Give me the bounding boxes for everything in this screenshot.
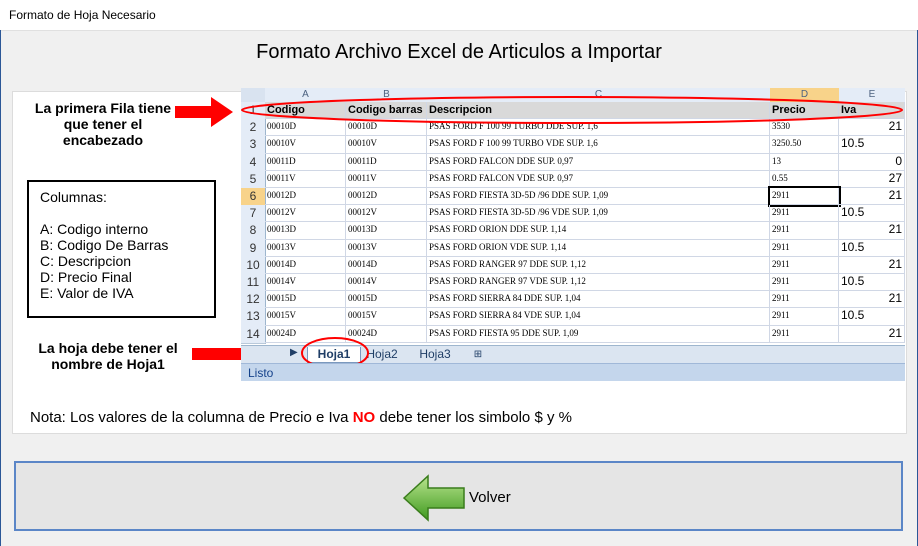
table-cell: 21 <box>839 222 905 240</box>
table-cell: 00011V <box>265 170 346 188</box>
table-cell: PSAS FORD SIERRA 84 VDE SUP. 1,04 <box>427 308 770 326</box>
table-cell: 2911 <box>770 308 839 326</box>
table-cell: 2911 <box>770 325 839 343</box>
table-cell: 00013D <box>265 222 346 240</box>
table-cell: 10.5 <box>839 205 905 223</box>
table-cell: PSAS FORD RANGER 97 DDE SUP. 1,12 <box>427 256 770 274</box>
table-cell: 10.5 <box>839 239 905 257</box>
table-cell: 10.5 <box>839 136 905 154</box>
column-item: D: Precio Final <box>40 269 132 285</box>
sheet-name-note: La hoja debe tener el nombre de Hoja1 <box>38 340 178 372</box>
table-cell: PSAS FORD FIESTA 3D-5D /96 VDE SUP. 1,09 <box>427 205 770 223</box>
table-cell: 00012D <box>346 188 427 206</box>
table-cell: 00011D <box>346 153 427 171</box>
new-sheet-icon: ⊞ <box>473 349 483 360</box>
table-cell: 13 <box>770 153 839 171</box>
table-cell: 2911 <box>768 185 841 208</box>
table-cell: PSAS FORD ORION DDE SUP. 1,14 <box>427 222 770 240</box>
table-cell: 00011D <box>265 153 346 171</box>
table-cell: 2911 <box>770 256 839 274</box>
title-bar: Formato de Hoja Necesario <box>0 0 918 31</box>
table-cell: 00013V <box>346 239 427 257</box>
table-cell: PSAS FORD SIERRA 84 DDE SUP. 1,04 <box>427 291 770 309</box>
table-cell: 27 <box>839 170 905 188</box>
column-item: B: Codigo De Barras <box>40 237 169 253</box>
row-number: 11 <box>241 274 266 293</box>
window-border-left <box>0 30 1 546</box>
table-cell: PSAS FORD RANGER 97 VDE SUP. 1,12 <box>427 274 770 292</box>
table-cell: 00013V <box>265 239 346 257</box>
table-cell: 2911 <box>770 291 839 309</box>
table-cell: 0.55 <box>770 170 839 188</box>
table-cell: 00014D <box>265 256 346 274</box>
column-item: A: Codigo interno <box>40 221 149 237</box>
table-cell: 00010V <box>346 136 427 154</box>
page-title: Formato Archivo Excel de Articulos a Imp… <box>256 41 662 63</box>
table-cell: 00014V <box>265 274 346 292</box>
table-cell: 00015V <box>265 308 346 326</box>
bottom-note-text: Nota: Los valores de la columna de Preci… <box>30 409 353 426</box>
sheet-tab-bar: ▶ Hoja1 Hoja2 Hoja3 ⊞ <box>241 337 905 369</box>
row-number: 14 <box>241 325 266 344</box>
table-cell: 00015D <box>346 291 427 309</box>
row-number: 10 <box>241 256 266 275</box>
table-cell: PSAS FORD ORION VDE SUP. 1,14 <box>427 239 770 257</box>
bottom-note-emphasis: NO <box>352 409 376 426</box>
row-number: 3 <box>241 136 266 155</box>
table-cell: 00012V <box>346 205 427 223</box>
table-cell: 2911 <box>770 239 839 257</box>
volver-label: Volver <box>469 489 511 506</box>
row-number: 12 <box>241 291 266 310</box>
row-number: 7 <box>241 205 266 224</box>
table-cell: PSAS FORD F 100 99 TURBO VDE SUP. 1,6 <box>427 136 770 154</box>
column-item: E: Valor de IVA <box>40 285 134 301</box>
sheet-status-bar: Listo <box>241 363 905 381</box>
bottom-note: Nota: Los valores de la columna de Preci… <box>30 409 572 426</box>
row-number: 5 <box>241 170 266 189</box>
spreadsheet-image: A B C D E 1 Codigo Codigo barras Descripcio… <box>241 88 905 381</box>
table-cell: 00015V <box>346 308 427 326</box>
row-number: 4 <box>241 153 266 172</box>
sheet-status-text: Listo <box>248 366 274 380</box>
columns-legend-title: Columnas: <box>40 189 107 205</box>
table-cell: 10.5 <box>839 274 905 292</box>
table-cell: 21 <box>839 188 905 206</box>
window-title: Formato de Hoja Necesario <box>9 8 156 22</box>
table-cell: 3250.50 <box>770 136 839 154</box>
first-row-arrow-icon <box>175 97 233 127</box>
row-number: 6 <box>241 188 266 207</box>
first-row-note: La primera Fila tiene que tener el encab… <box>34 100 172 148</box>
columns-legend: Columnas: A: Codigo interno B: Codigo De… <box>27 180 216 318</box>
row-number: 8 <box>241 222 266 241</box>
table-cell: 2911 <box>770 205 839 223</box>
tab-scroll-arrow-icon: ▶ <box>290 347 298 358</box>
table-cell: 00010V <box>265 136 346 154</box>
table-cell: 10.5 <box>839 308 905 326</box>
table-cell: PSAS FORD FIESTA 95 DDE SUP. 1,09 <box>427 325 770 343</box>
row-number: 9 <box>241 239 266 258</box>
row-number: 13 <box>241 308 266 327</box>
back-arrow-icon <box>402 474 465 522</box>
table-cell: PSAS FORD FIESTA 3D-5D /96 DDE SUP. 1,09 <box>427 188 770 206</box>
table-cell: 00013D <box>346 222 427 240</box>
table-cell: 00014D <box>346 256 427 274</box>
table-cell: 00012D <box>265 188 346 206</box>
table-cell: PSAS FORD FALCON VDE SUP. 0,97 <box>427 170 770 188</box>
table-cell: 21 <box>839 325 905 343</box>
table-cell: 00014V <box>346 274 427 292</box>
table-cell: PSAS FORD FALCON DDE SUP. 0,97 <box>427 153 770 171</box>
tab-hoja3: Hoja3 <box>419 347 451 361</box>
table-cell: 0 <box>839 153 905 171</box>
table-cell: 2911 <box>770 274 839 292</box>
table-cell: 2911 <box>770 222 839 240</box>
table-cell: 21 <box>839 291 905 309</box>
table-cell: 00015D <box>265 291 346 309</box>
table-cell: 00012V <box>265 205 346 223</box>
bottom-note-text-end: debe tener los simbolo $ y % <box>375 409 572 426</box>
column-item: C: Descripcion <box>40 253 132 269</box>
volver-button[interactable]: Volver <box>14 461 903 531</box>
table-cell: 21 <box>839 256 905 274</box>
header-row-highlight-ellipse <box>241 96 903 124</box>
table-cell: 00011V <box>346 170 427 188</box>
